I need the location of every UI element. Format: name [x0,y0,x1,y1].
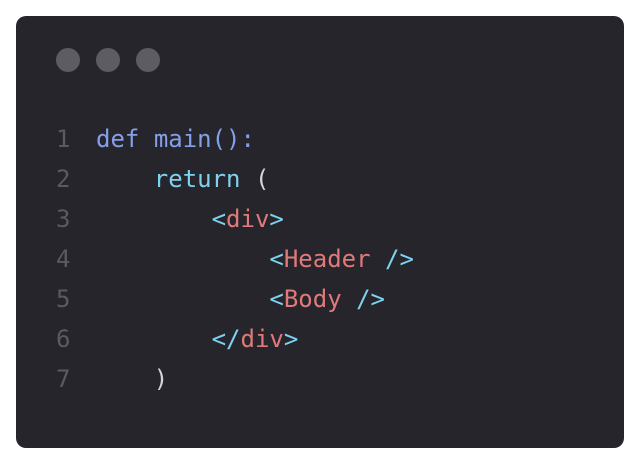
code-token: > [283,325,299,353]
window-minimize-dot[interactable] [96,48,120,72]
line-content: ) [96,359,168,399]
line-number: 5 [56,285,71,313]
line-number: 1 [56,125,71,153]
line-content: return ( [96,159,270,199]
window-controls [56,48,160,72]
window-close-dot[interactable] [56,48,80,72]
code-line: 6 </div> [56,319,414,359]
line-content: <Body /> [96,279,385,319]
code-line: 2 return ( [56,159,414,199]
code-line: 1 def main(): [56,119,414,159]
code-token: /> [385,245,414,273]
code-token: def [96,125,140,153]
code-token: div [226,205,270,233]
line-number: 2 [56,165,71,193]
code-token: </ [211,325,241,353]
line-content: <div> [96,199,284,239]
line-number: 4 [56,245,71,273]
code-token: main [153,125,212,153]
code-token: Body [283,285,342,313]
code-token: < [269,245,284,273]
code-block: 1 def main(): 2 return ( 3 <div> 4 <Head… [56,119,414,399]
line-number: 6 [56,325,71,353]
code-line: 7 ) [56,359,414,399]
code-token: return [153,165,241,193]
code-token: > [269,205,284,233]
code-line: 4 <Header /> [56,239,414,279]
code-token: ) [153,365,169,393]
code-token: ( [240,165,270,193]
code-token: < [269,285,284,313]
line-content: def main(): [96,119,255,159]
code-line: 3 <div> [56,199,414,239]
line-content: <Header /> [96,239,414,279]
code-window: 1 def main(): 2 return ( 3 <div> 4 <Head… [16,16,624,448]
code-token: (): [211,125,255,153]
code-line: 5 <Body /> [56,279,414,319]
code-token: /> [356,285,385,313]
window-maximize-dot[interactable] [136,48,160,72]
code-token: div [240,325,284,353]
code-token: < [211,205,227,233]
line-number: 3 [56,205,71,233]
line-number: 7 [56,365,71,393]
line-content: </div> [96,319,299,359]
code-token: Header [283,245,371,273]
